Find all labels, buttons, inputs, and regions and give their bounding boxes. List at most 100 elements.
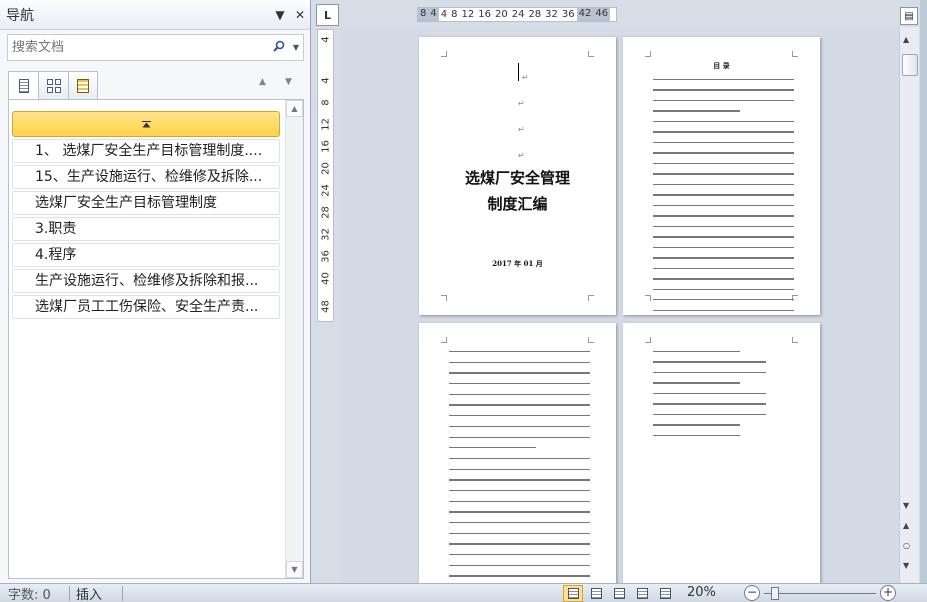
margin-corner-mark xyxy=(441,51,447,57)
vertical-ruler[interactable]: 4 4 8 12 16 20 24 28 32 36 40 48 xyxy=(317,29,334,322)
document-canvas[interactable]: ↵ ↵ ↵ ↵ 选煤厂安全管理 制度汇编 2017 年 01 月 目 录 xyxy=(340,27,899,583)
full-screen-reading-view-button[interactable] xyxy=(586,585,606,602)
margin-corner-mark xyxy=(588,51,594,57)
document-outline: 1、 选煤厂安全生产目标管理制度.... 15、生产设施运行、检维修及拆除...… xyxy=(8,99,304,579)
ruler-tick: 24 xyxy=(511,9,525,20)
outline-heading[interactable]: 生产设施运行、检维修及拆除和报... xyxy=(12,269,280,293)
document-page-cover[interactable]: ↵ ↵ ↵ ↵ 选煤厂安全管理 制度汇编 2017 年 01 月 xyxy=(419,37,616,315)
ruler-tick: 46 xyxy=(593,8,611,21)
word-count[interactable]: 字数: 0 xyxy=(0,584,63,602)
search-results-icon xyxy=(77,78,89,93)
ruler-tick: 4 xyxy=(440,9,448,20)
status-divider xyxy=(69,585,70,601)
margin-corner-mark xyxy=(645,51,651,57)
previous-page-icon[interactable]: ▲ xyxy=(903,521,909,530)
margin-corner-mark xyxy=(588,295,594,301)
draft-view-button[interactable] xyxy=(655,585,675,602)
ruler-tick: 4 xyxy=(428,8,439,21)
margin-corner-mark xyxy=(645,337,651,343)
outline-heading[interactable]: 选煤厂安全生产目标管理制度 xyxy=(12,191,280,215)
previous-heading-arrow-icon[interactable]: ▲ xyxy=(259,77,266,87)
ruler-tick: 42 xyxy=(576,8,594,21)
search-box: ▼ xyxy=(7,34,304,61)
outline-heading[interactable]: 3.职责 xyxy=(12,217,280,241)
scroll-down-arrow-icon[interactable]: ▼ xyxy=(286,561,303,578)
status-divider xyxy=(122,585,123,601)
ruler-tick: 4 xyxy=(320,36,332,43)
ruler-tick: 36 xyxy=(561,9,575,20)
view-buttons xyxy=(563,585,678,602)
navigation-tabs xyxy=(8,71,98,100)
ruler-tick: 8 xyxy=(451,9,458,20)
zoom-slider-thumb[interactable] xyxy=(771,587,780,600)
document-page-toc[interactable]: 目 录 xyxy=(623,37,820,315)
view-ruler-toggle-icon[interactable]: ▤ xyxy=(900,7,918,25)
thumbnails-icon xyxy=(46,78,61,93)
zoom-slider-track[interactable] xyxy=(764,593,876,594)
search-icon[interactable] xyxy=(269,40,289,56)
toc-heading: 目 录 xyxy=(713,62,730,70)
toc-entries xyxy=(653,79,794,315)
status-bar: 字数: 0 插入 20% − + xyxy=(0,583,927,602)
scroll-down-arrow-icon[interactable]: ▼ xyxy=(903,501,909,510)
cover-title: 选煤厂安全管理 制度汇编 xyxy=(419,165,616,217)
web-layout-view-button[interactable] xyxy=(609,585,629,602)
tab-stop-selector[interactable]: L xyxy=(316,4,339,26)
ruler-tick: 4 xyxy=(320,77,332,84)
next-page-icon[interactable]: ▼ xyxy=(903,561,909,570)
ruler-tick: 40 xyxy=(320,272,332,285)
ruler-tick: 28 xyxy=(320,206,332,219)
text-cursor xyxy=(518,63,519,81)
zoom-level[interactable]: 20% xyxy=(687,585,716,600)
reading-view-icon xyxy=(590,588,602,599)
next-heading-arrow-icon[interactable]: ▼ xyxy=(285,77,292,87)
search-input[interactable] xyxy=(8,35,269,60)
horizontal-ruler[interactable]: 8 4 4 8 12 16 20 24 28 32 36 42 46 xyxy=(417,7,617,22)
document-page-toc-end[interactable] xyxy=(623,323,820,583)
tab-results[interactable] xyxy=(68,71,98,100)
ruler-tick: 48 xyxy=(320,300,332,313)
margin-corner-mark xyxy=(588,337,594,343)
search-options-chevron-icon[interactable]: ▼ xyxy=(289,43,303,52)
outline-collapse-button[interactable] xyxy=(12,111,280,137)
draft-view-icon xyxy=(659,588,671,599)
ruler-tick: 8 xyxy=(418,8,429,21)
ruler-tick: 8 xyxy=(320,99,332,106)
outline-view-button[interactable] xyxy=(632,585,652,602)
zoom-in-button[interactable]: + xyxy=(880,585,896,601)
ruler-tick: 12 xyxy=(320,118,332,131)
paragraph-mark-icon: ↵ xyxy=(518,99,525,108)
scroll-up-arrow-icon[interactable]: ▲ xyxy=(286,100,303,117)
ruler-tick: 12 xyxy=(461,9,475,20)
close-pane-icon[interactable]: ✕ xyxy=(290,8,310,22)
browse-object-icon[interactable]: ○ xyxy=(903,541,910,550)
outline-heading[interactable]: 1、 选煤厂安全生产目标管理制度.... xyxy=(12,139,280,163)
scroll-up-arrow-icon[interactable]: ▲ xyxy=(903,35,909,44)
ruler-tick: 32 xyxy=(545,9,558,20)
print-layout-icon xyxy=(567,588,579,599)
print-layout-view-button[interactable] xyxy=(563,585,583,602)
scrollbar-thumb[interactable] xyxy=(902,54,918,76)
cover-date: 2017 年 01 月 xyxy=(492,259,543,268)
ruler-tick: 36 xyxy=(320,250,332,263)
margin-corner-mark xyxy=(441,337,447,343)
tab-pages[interactable] xyxy=(38,71,68,100)
navigation-pane-header: 导航 ▼ ✕ xyxy=(0,0,310,30)
margin-corner-mark xyxy=(792,337,798,343)
outline-view-icon xyxy=(636,588,648,599)
pane-options-dropdown-icon[interactable]: ▼ xyxy=(270,8,290,22)
outline-heading[interactable]: 15、生产设施运行、检维修及拆除... xyxy=(12,165,280,189)
ruler-tick: 16 xyxy=(478,9,491,20)
zoom-out-button[interactable]: − xyxy=(744,585,760,601)
paragraph-mark-icon: ↵ xyxy=(518,151,525,160)
navigation-pane-title: 导航 xyxy=(6,7,34,24)
insert-mode-indicator[interactable]: 插入 xyxy=(76,584,116,602)
outline-heading[interactable]: 选煤厂员工工伤保险、安全生产责... xyxy=(12,295,280,319)
collapse-up-icon xyxy=(141,120,151,127)
document-vertical-scrollbar[interactable]: ▲ ▼ ▲ ○ ▼ xyxy=(899,27,919,583)
tab-headings[interactable] xyxy=(8,71,38,100)
outline-scrollbar[interactable]: ▲ ▼ xyxy=(285,100,303,578)
document-page-toc-continued[interactable] xyxy=(419,323,616,583)
window-edge xyxy=(920,0,927,583)
outline-heading[interactable]: 4.程序 xyxy=(12,243,280,267)
